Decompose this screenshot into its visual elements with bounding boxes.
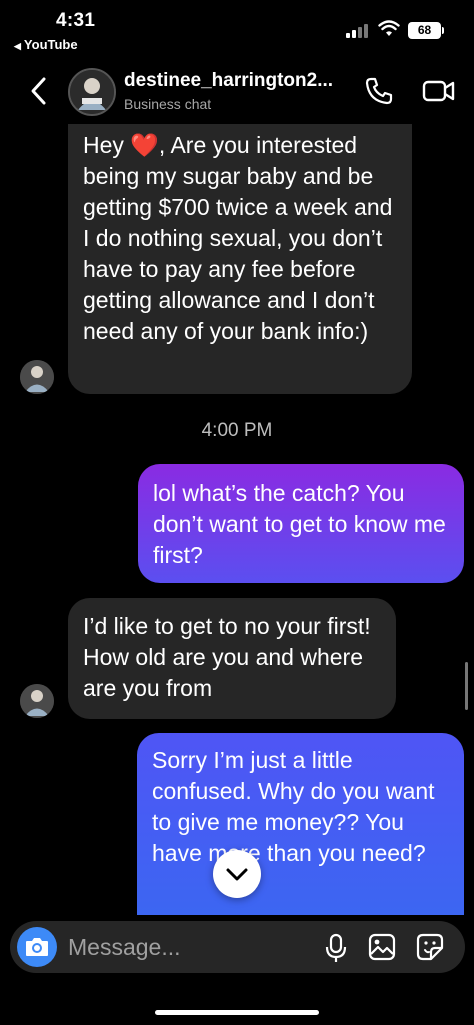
message-incoming[interactable]: Hey ❤️, Are you interested being my suga… [68, 124, 412, 394]
camera-icon [26, 938, 48, 956]
contact-avatar[interactable] [68, 68, 116, 116]
message-composer [10, 921, 465, 973]
back-triangle-icon: ◀ [14, 41, 21, 51]
microphone-icon[interactable] [324, 933, 348, 963]
phone-icon[interactable] [364, 76, 394, 106]
avatar-photo [20, 684, 54, 718]
message-timestamp: 4:00 PM [201, 420, 273, 441]
camera-button[interactable] [17, 927, 57, 967]
video-camera-icon[interactable] [422, 78, 456, 104]
avatar-photo [20, 360, 54, 394]
sender-avatar[interactable] [20, 684, 54, 718]
contact-name[interactable]: destinee_harrington2... [124, 70, 333, 92]
status-time: 4:31 [56, 10, 96, 31]
battery-icon: 68 [408, 22, 441, 39]
scrollbar[interactable] [465, 662, 468, 710]
chevron-down-icon [226, 868, 248, 881]
message-outgoing[interactable]: lol what’s the catch? You don’t want to … [138, 464, 464, 583]
message-incoming[interactable]: I’d like to get to no your first! How ol… [68, 598, 396, 719]
message-input[interactable] [68, 931, 308, 963]
gallery-icon[interactable] [368, 933, 396, 961]
scroll-to-bottom-button[interactable] [213, 850, 261, 898]
home-indicator[interactable] [155, 1010, 319, 1015]
back-app-label: YouTube [23, 37, 78, 52]
back-icon[interactable] [28, 76, 50, 106]
message-outgoing[interactable]: Sorry I’m just a little confused. Why do… [137, 733, 464, 915]
avatar-photo [70, 70, 114, 114]
wifi-icon [378, 20, 400, 36]
cellular-signal-icon [346, 24, 372, 38]
business-chat-label: Business chat [124, 96, 212, 112]
sender-avatar[interactable] [20, 360, 54, 394]
chat-header: destinee_harrington2... Business chat [0, 62, 474, 122]
back-to-app-link[interactable]: ◀ YouTube [14, 37, 78, 52]
sticker-icon[interactable] [416, 933, 444, 961]
battery-tip [442, 27, 444, 34]
status-bar: 4:31 ◀ YouTube 68 [0, 0, 474, 58]
